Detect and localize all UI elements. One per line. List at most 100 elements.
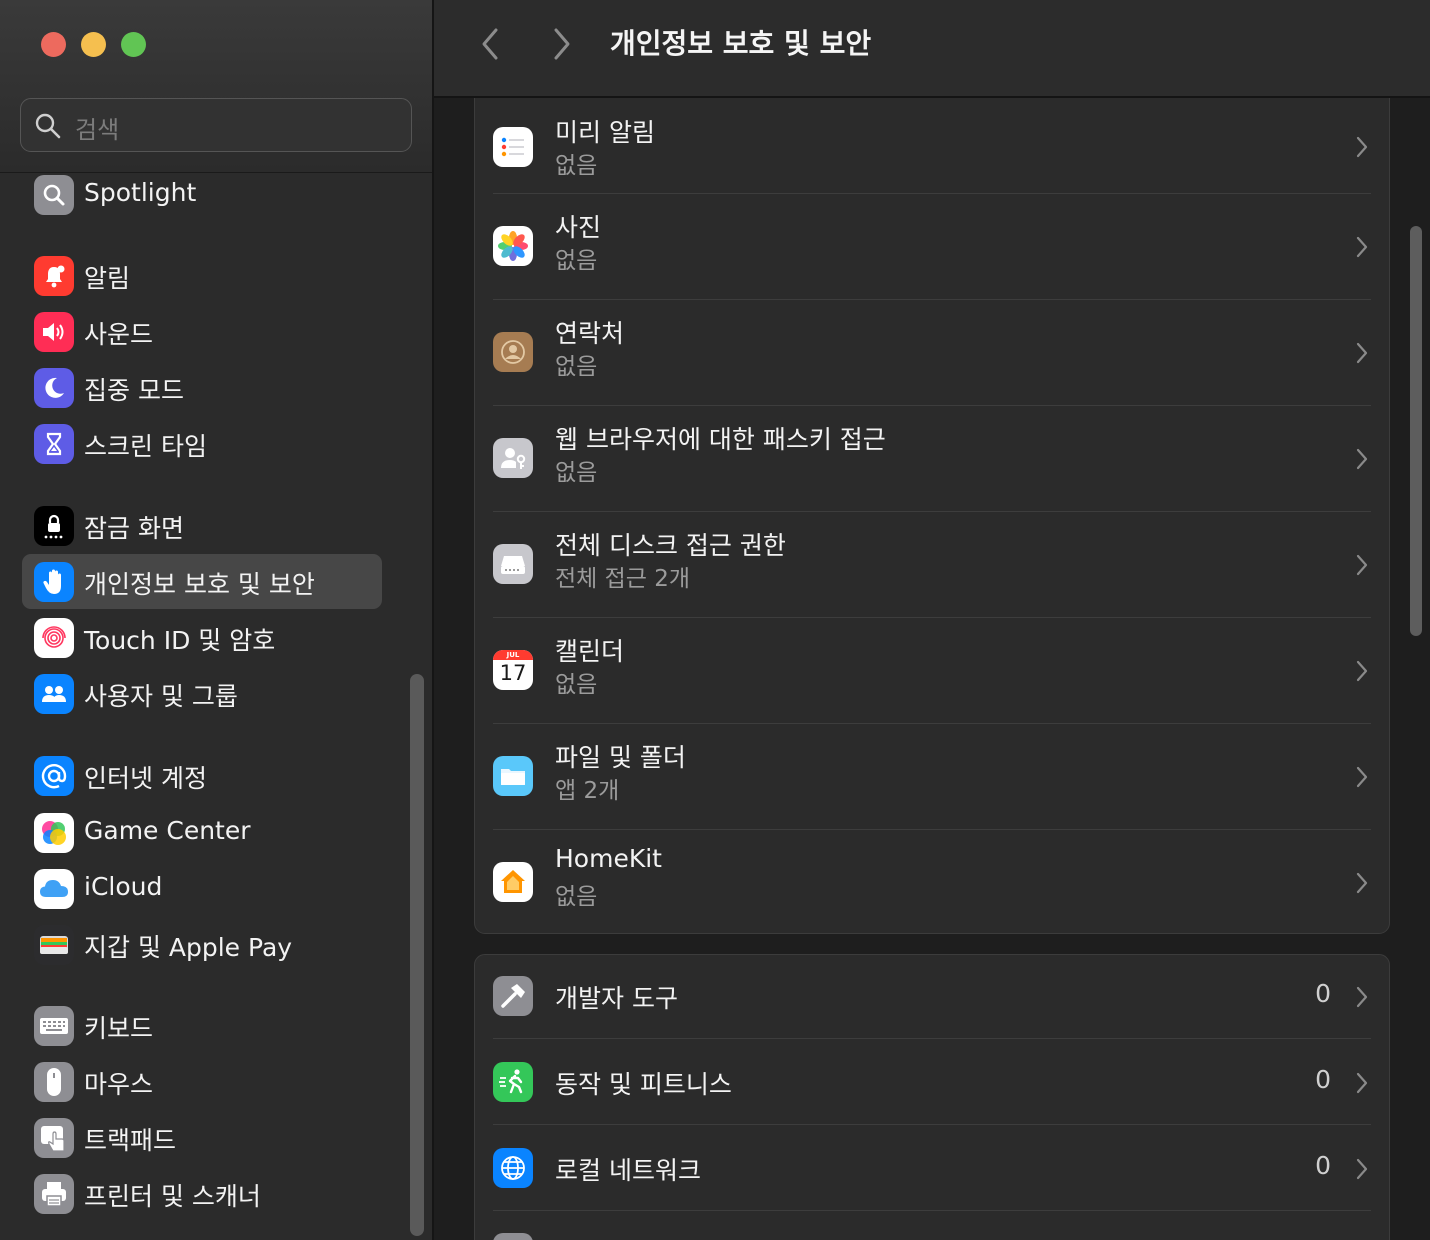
toolbar: 개인정보 보호 및 보안 bbox=[434, 0, 1430, 98]
privacy-hand-icon bbox=[34, 562, 74, 602]
sidebar-item-label: 잠금 화면 bbox=[84, 514, 184, 543]
sidebar-item-label: 인터넷 계정 bbox=[84, 764, 207, 793]
sidebar-item-trackpad[interactable]: 트랙패드 bbox=[22, 1110, 382, 1165]
sidebar-item-icloud[interactable]: iCloud bbox=[22, 861, 382, 916]
list-item-contacts[interactable]: 연락처 없음 bbox=[493, 300, 1371, 406]
sidebar-item-lock-screen[interactable]: 잠금 화면 bbox=[22, 498, 382, 553]
sidebar-item-screen-time[interactable]: 스크린 타임 bbox=[22, 416, 382, 471]
sidebar-item-label: 마우스 bbox=[84, 1070, 154, 1099]
chevron-right-icon bbox=[1356, 872, 1368, 894]
reminders-icon bbox=[493, 127, 533, 167]
motion-fitness-icon bbox=[493, 1062, 533, 1102]
close-window-button[interactable] bbox=[41, 32, 66, 57]
chevron-right-icon bbox=[1356, 236, 1368, 258]
sidebar-item-label: 개인정보 보호 및 보안 bbox=[84, 570, 315, 599]
game-center-icon bbox=[34, 813, 74, 853]
row-count: 0 bbox=[1315, 1151, 1331, 1180]
sidebar-item-keyboard[interactable]: 키보드 bbox=[22, 998, 382, 1053]
sidebar-item-sound[interactable]: 사운드 bbox=[22, 304, 382, 359]
chevron-right-icon bbox=[1356, 1072, 1368, 1094]
row-title: 로컬 네트워크 bbox=[555, 1156, 701, 1185]
mouse-icon bbox=[34, 1062, 74, 1102]
keyboard-icon bbox=[34, 1006, 74, 1046]
hourglass-icon bbox=[34, 424, 74, 464]
app-icon bbox=[493, 1233, 533, 1240]
list-item-calendars[interactable]: JUL 17 캘린더 없음 bbox=[493, 618, 1371, 724]
row-count: 0 bbox=[1315, 979, 1331, 1008]
sidebar-item-spotlight[interactable]: Spotlight bbox=[22, 167, 382, 222]
chevron-right-icon bbox=[1356, 554, 1368, 576]
chevron-right-icon bbox=[1356, 986, 1368, 1008]
calendar-day: 17 bbox=[499, 661, 527, 685]
sidebar-item-label: 알림 bbox=[84, 264, 131, 293]
row-title: HomeKit bbox=[555, 844, 662, 873]
chevron-right-icon bbox=[1356, 660, 1368, 682]
wallet-icon bbox=[34, 925, 74, 965]
forward-chevron-icon[interactable] bbox=[550, 24, 574, 64]
developer-group-card: 개발자 도구 0 동작 및 피트니스 0 로컬 네트워크 0 bbox=[474, 954, 1390, 1240]
content-scrollbar[interactable] bbox=[1410, 226, 1422, 636]
sidebar-item-notifications[interactable]: 알림 bbox=[22, 248, 382, 303]
minimize-window-button[interactable] bbox=[81, 32, 106, 57]
chevron-right-icon bbox=[1356, 766, 1368, 788]
sidebar-item-label: 지갑 및 Apple Pay bbox=[84, 933, 293, 962]
sidebar-item-touch-id[interactable]: Touch ID 및 암호 bbox=[22, 610, 382, 665]
row-title: 웹 브라우저에 대한 패스키 접근 bbox=[555, 425, 886, 454]
row-subtitle: 앱 2개 bbox=[555, 778, 620, 804]
list-item-full-disk-access[interactable]: 전체 디스크 접근 권한 전체 접근 2개 bbox=[493, 512, 1371, 618]
sidebar-item-internet-accounts[interactable]: 인터넷 계정 bbox=[22, 748, 382, 803]
row-subtitle: 전체 접근 2개 bbox=[555, 566, 691, 592]
zoom-window-button[interactable] bbox=[121, 32, 146, 57]
row-count: 0 bbox=[1315, 1065, 1331, 1094]
sidebar-item-label: 프린터 및 스캐너 bbox=[84, 1182, 261, 1211]
sidebar-item-mouse[interactable]: 마우스 bbox=[22, 1054, 382, 1109]
privacy-group-card: 미리 알림 없음 사진 없음 연락처 없음 웹 브라우저에 대한 패스키 접근 … bbox=[474, 98, 1390, 934]
row-title: 사진 bbox=[555, 213, 602, 242]
sidebar-item-focus[interactable]: 집중 모드 bbox=[22, 360, 382, 415]
sidebar-item-wallet[interactable]: 지갑 및 Apple Pay bbox=[22, 917, 382, 972]
list-item-passkeys[interactable]: 웹 브라우저에 대한 패스키 접근 없음 bbox=[493, 406, 1371, 512]
sidebar: 검색 Spotlight 알림 사운드 집중 모드 스크린 타임 잠금 화면 개… bbox=[0, 0, 434, 1240]
homekit-icon bbox=[493, 862, 533, 902]
page-title: 개인정보 보호 및 보안 bbox=[610, 27, 872, 60]
calendar-month: JUL bbox=[493, 650, 533, 660]
icloud-icon bbox=[34, 869, 74, 909]
sidebar-item-label: 사운드 bbox=[84, 320, 154, 349]
sidebar-scrollbar[interactable] bbox=[410, 674, 424, 1236]
photos-icon bbox=[493, 226, 533, 266]
sidebar-item-label: 스크린 타임 bbox=[84, 432, 207, 461]
disk-icon bbox=[493, 544, 533, 584]
search-placeholder: 검색 bbox=[75, 116, 120, 144]
search-icon bbox=[35, 113, 61, 139]
list-item-files-folders[interactable]: 파일 및 폴더 앱 2개 bbox=[493, 724, 1371, 830]
list-item-developer-tools[interactable]: 개발자 도구 0 bbox=[493, 955, 1371, 1039]
row-subtitle: 없음 bbox=[555, 884, 598, 910]
at-sign-icon bbox=[34, 756, 74, 796]
row-title: 전체 디스크 접근 권한 bbox=[555, 531, 786, 560]
spotlight-icon bbox=[34, 175, 74, 215]
trackpad-icon bbox=[34, 1118, 74, 1158]
sidebar-item-privacy-security[interactable]: 개인정보 보호 및 보안 bbox=[22, 554, 382, 609]
main-content: 미리 알림 없음 사진 없음 연락처 없음 웹 브라우저에 대한 패스키 접근 … bbox=[434, 98, 1430, 1240]
list-item[interactable] bbox=[493, 1211, 1371, 1240]
sidebar-item-users-groups[interactable]: 사용자 및 그룹 bbox=[22, 666, 382, 721]
focus-moon-icon bbox=[34, 368, 74, 408]
sidebar-item-printers-scanners[interactable]: 프린터 및 스캐너 bbox=[22, 1166, 382, 1221]
sidebar-item-game-center[interactable]: Game Center bbox=[22, 805, 382, 860]
list-item-motion-fitness[interactable]: 동작 및 피트니스 0 bbox=[493, 1039, 1371, 1125]
sidebar-item-label: 키보드 bbox=[84, 1014, 154, 1043]
row-title: 파일 및 폴더 bbox=[555, 743, 686, 772]
sidebar-item-label: Game Center bbox=[84, 816, 251, 845]
sidebar-item-label: 집중 모드 bbox=[84, 376, 184, 405]
back-chevron-icon[interactable] bbox=[478, 24, 502, 64]
search-input[interactable]: 검색 bbox=[20, 98, 412, 152]
row-title: 동작 및 피트니스 bbox=[555, 1070, 732, 1099]
list-item-local-network[interactable]: 로컬 네트워크 0 bbox=[493, 1125, 1371, 1211]
row-title: 미리 알림 bbox=[555, 118, 655, 147]
list-item-homekit[interactable]: HomeKit 없음 bbox=[493, 830, 1371, 936]
row-subtitle: 없음 bbox=[555, 354, 598, 380]
list-item-photos[interactable]: 사진 없음 bbox=[493, 194, 1371, 300]
developer-tools-icon bbox=[493, 976, 533, 1016]
calendar-icon: JUL 17 bbox=[493, 650, 533, 690]
list-item-reminders[interactable]: 미리 알림 없음 bbox=[493, 99, 1371, 194]
